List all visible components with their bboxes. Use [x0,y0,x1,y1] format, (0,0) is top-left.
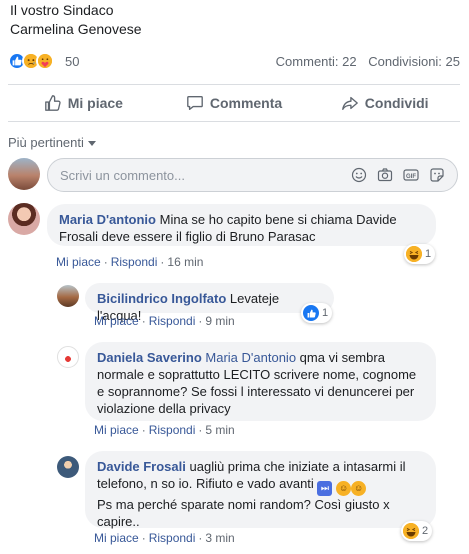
svg-text:GIF: GIF [406,174,416,180]
separator: · [198,531,203,545]
share-label: Condividi [364,95,429,111]
like-icon [303,305,319,321]
emoji-icon[interactable] [351,167,367,183]
comment-time[interactable]: 5 min [205,423,234,437]
comment-meta: Mi piace · Rispondi · 3 min [94,531,235,545]
comment-mention[interactable]: Maria D'antonio [205,350,296,365]
comment-author[interactable]: Maria D'antonio [59,212,156,227]
avatar[interactable] [57,346,79,368]
separator: · [198,423,203,437]
comment-reply: Davide Frosali uagliù prima che iniziate… [57,451,460,551]
separator: · [160,255,165,269]
separator: · [103,255,108,269]
composer-tools: GIF [351,167,445,183]
sort-label: Più pertinenti [8,135,84,150]
separator: · [141,314,146,328]
like-label: Mi piace [67,95,123,111]
comment-time[interactable]: 9 min [205,314,234,328]
reactions-count[interactable]: 50 [65,54,79,69]
comment-author[interactable]: Bicilindrico Ingolfato [97,291,226,306]
share-button[interactable]: Condividi [309,85,460,121]
comment-meta: Mi piace · Rispondi · 9 min [94,314,235,328]
comment-reply-link[interactable]: Rispondi [149,423,196,437]
comment-reply-link[interactable]: Rispondi [149,314,196,328]
care-icon [36,52,54,70]
comment-like-link[interactable]: Mi piace [94,314,139,328]
comment: Maria D'antonio Mina se ho capito bene s… [8,203,460,273]
post-counts: Commenti: 22 Condivisioni: 25 [276,54,460,69]
comment-bubble: Bicilindrico Ingolfato Levateje l'acqua! [85,283,334,323]
gif-icon[interactable]: GIF [403,167,419,183]
comment-like-link[interactable]: Mi piace [94,423,139,437]
comment-reply: Daniela Saverino Maria D'antonio qma vi … [57,342,460,440]
laugh-icon [403,523,419,539]
rofl-icon: ☺ [336,481,352,496]
reaction-icons[interactable] [8,52,54,70]
avatar[interactable] [57,456,79,478]
separator: · [141,531,146,545]
avatar[interactable] [8,203,40,235]
next-track-icon: ⏭ [317,481,333,496]
comment-input[interactable]: Scrivi un commento... GIF [47,158,458,192]
separator: · [198,314,203,328]
comment-reaction-count: 1 [322,307,329,319]
comment-author[interactable]: Daniela Saverino [97,350,202,365]
caret-down-icon [87,141,96,146]
like-button[interactable]: Mi piace [8,85,159,121]
comments-count[interactable]: Commenti: 22 [276,54,357,69]
comment-author[interactable]: Davide Frosali [97,459,186,474]
separator: · [141,423,146,437]
comment-time[interactable]: 3 min [205,531,234,545]
comment-bubble: Daniela Saverino Maria D'antonio qma vi … [85,342,436,421]
reactions-summary: 50 Commenti: 22 Condivisioni: 25 [8,52,460,72]
shares-count[interactable]: Condivisioni: 25 [368,54,460,69]
comment-button[interactable]: Commenta [159,85,310,121]
comment-text-2: Ps ma perché sparate nomi random? Così g… [97,497,390,529]
post-text: Il vostro Sindaco Carmelina Genovese [10,1,142,39]
post-action-bar: Mi piace Commenta Condividi [8,84,460,122]
comment-bubble: Maria D'antonio Mina se ho capito bene s… [47,204,436,246]
comment-time[interactable]: 16 min [167,255,203,269]
comment-reply-link[interactable]: Rispondi [149,531,196,545]
comment-placeholder: Scrivi un commento... [60,168,185,183]
comment-bubble: Davide Frosali uagliù prima che iniziate… [85,451,436,529]
comment-icon [186,96,203,110]
comment-meta: Mi piace · Rispondi · 5 min [94,423,235,437]
share-icon [341,96,358,110]
comment-reply: Bicilindrico Ingolfato Levateje l'acqua!… [57,283,460,333]
comment-sort-dropdown[interactable]: Più pertinenti [8,135,96,150]
comment-reaction[interactable]: 2 [401,521,433,541]
laugh-icon [406,246,422,262]
comment-label: Commenta [209,95,283,111]
signature-line-1: Il vostro Sindaco [10,2,114,18]
sticker-icon[interactable] [429,167,445,183]
comment-composer: Scrivi un commento... GIF [8,157,460,193]
comment-meta: Mi piace · Rispondi · 16 min [56,255,203,269]
avatar[interactable] [57,285,79,307]
comment-like-link[interactable]: Mi piace [56,255,101,269]
thumbs-up-icon [44,95,61,111]
comment-reaction[interactable]: 1 [404,244,436,264]
comment-reply-link[interactable]: Rispondi [111,255,158,269]
camera-icon[interactable] [377,167,393,183]
rofl-icon: ☺ [351,481,367,496]
avatar[interactable] [8,158,40,190]
signature-line-2: Carmelina Genovese [10,21,142,37]
comment-reaction[interactable]: 1 [301,303,333,323]
comment-reaction-count: 1 [425,248,432,260]
comment-like-link[interactable]: Mi piace [94,531,139,545]
comment-reaction-count: 2 [422,525,429,537]
